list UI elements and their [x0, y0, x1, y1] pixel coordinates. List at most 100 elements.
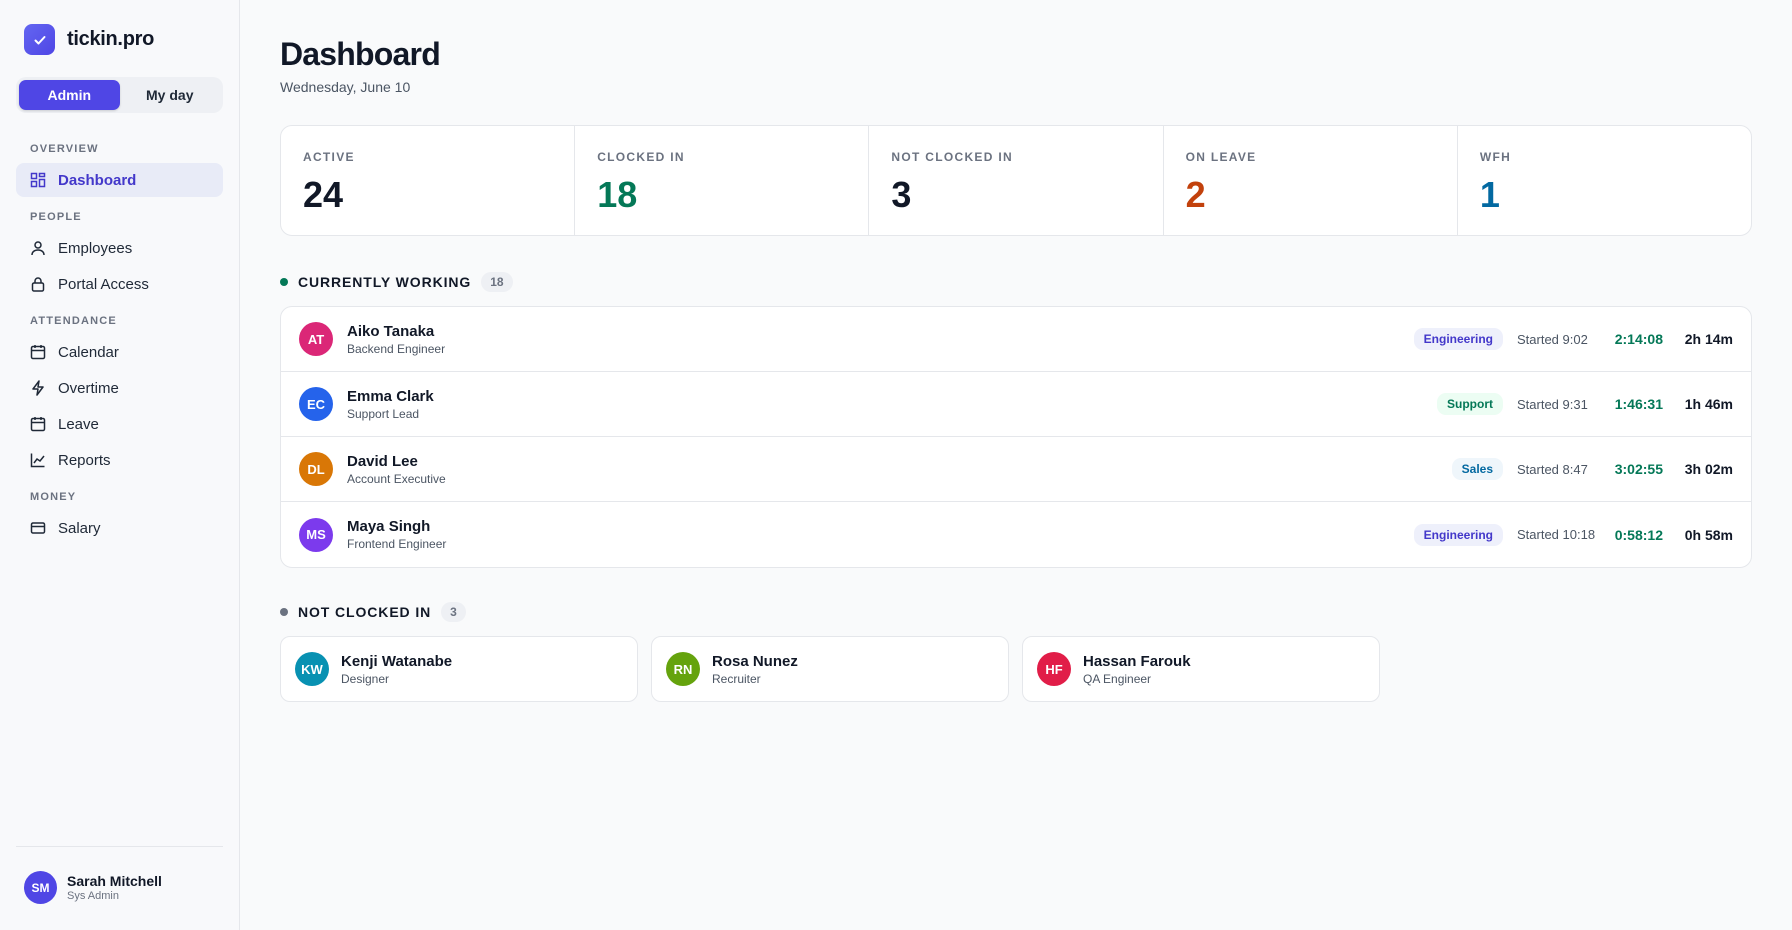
stat-card[interactable]: NOT CLOCKED IN 3 [869, 126, 1164, 235]
stat-label: ACTIVE [303, 150, 355, 164]
page-date: Wednesday, June 10 [280, 79, 411, 95]
avatar: RN [666, 652, 700, 686]
department-badge: Support [1437, 393, 1503, 415]
employee-card[interactable]: HF Hassan Farouk QA Engineer [1022, 636, 1380, 702]
stat-label: NOT CLOCKED IN [891, 150, 1013, 164]
currently-working-header: CURRENTLY WORKING 18 [280, 272, 1752, 292]
sidebar-item-employees[interactable]: Employees [16, 231, 223, 265]
elapsed-timer: 2:14:08 [1614, 331, 1663, 347]
department-badge: Engineering [1413, 328, 1503, 350]
avatar: EC [299, 387, 333, 421]
brand[interactable]: tickin.pro [16, 24, 223, 55]
employee-name: Maya Singh [347, 518, 431, 535]
grid-icon [30, 172, 46, 188]
not-clocked-in-header: NOT CLOCKED IN 3 [280, 602, 1752, 622]
start-time: Started 9:02 [1517, 331, 1588, 347]
avatar: KW [295, 652, 329, 686]
bolt-icon [30, 380, 46, 396]
brand-name: tickin.pro [67, 28, 155, 50]
stat-value: 24 [303, 174, 344, 215]
sidebar-item-label: Employees [58, 239, 133, 257]
department-badge: Engineering [1413, 523, 1503, 546]
stats-panel: ACTIVE 24 CLOCKED IN 18 NOT CLOCKED IN 3 ON LE… [280, 125, 1752, 236]
employee-info: David Lee Account Executive [347, 453, 446, 486]
calendar-icon [30, 416, 46, 432]
nav-section: MONEY Salary [16, 491, 223, 545]
employee-info: Rosa Nunez Recruiter [712, 653, 798, 686]
avatar: AT [299, 322, 333, 356]
start-time: Started 10:18 [1517, 527, 1596, 542]
section-title: CURRENTLY WORKING [298, 274, 472, 290]
sidebar-item-leave[interactable]: Leave [16, 407, 223, 441]
employee-role: Designer [341, 671, 390, 686]
sidebar-item-dashboard[interactable]: Dashboard [16, 163, 223, 197]
count-badge: 18 [481, 272, 513, 292]
total-duration: 2h 14m [1684, 331, 1733, 347]
table-row[interactable]: DL David Lee Account Executive Sales Started… [281, 437, 1751, 502]
stat-value: 2 [1185, 174, 1206, 215]
avatar: SM [24, 871, 57, 904]
employee-name: Kenji Watanabe [341, 652, 453, 670]
avatar: MS [299, 517, 333, 552]
sidebar-item-salary[interactable]: Salary [16, 511, 223, 545]
employee-info: Aiko Tanaka Backend Engineer [347, 323, 445, 356]
nav-section: ATTENDANCE Calendar Overtime Leave Reports [16, 315, 223, 477]
total-duration: 0h 58m [1684, 526, 1733, 543]
sidebar-item-label: Calendar [58, 343, 119, 361]
stat-card[interactable]: ACTIVE 24 [281, 126, 576, 235]
stat-value: 18 [597, 174, 638, 215]
sidebar-item-label: Overtime [58, 379, 119, 397]
sidebar-item-reports[interactable]: Reports [16, 443, 223, 477]
table-row[interactable]: MS Maya Singh Frontend Engineer Engineering… [281, 502, 1751, 567]
mode-toggle: Admin My day [16, 77, 223, 113]
sidebar-item-calendar[interactable]: Calendar [16, 335, 223, 369]
admin-mode-button[interactable]: Admin [19, 80, 120, 110]
elapsed-timer: 0:58:12 [1614, 526, 1663, 543]
count-badge: 3 [441, 602, 466, 622]
sidebar-nav: OVERVIEW Dashboard PEOPLE Employees Portal A… [16, 143, 223, 559]
section-title: NOT CLOCKED IN [298, 604, 432, 620]
stat-label: CLOCKED IN [597, 150, 685, 164]
user-profile[interactable]: SM Sarah Mitchell Sys Admin [16, 846, 223, 914]
employee-card[interactable]: KW Kenji Watanabe Designer [280, 636, 638, 702]
nav-section: OVERVIEW Dashboard [16, 143, 223, 197]
main-content: Dashboard Wednesday, June 10 ACTIVE 24 CLO… [240, 0, 1792, 930]
employee-name: Hassan Farouk [1083, 652, 1191, 670]
not-clocked-in-list: KW Kenji Watanabe Designer RN Rosa Nunez Recr… [280, 636, 1752, 702]
stat-card[interactable]: CLOCKED IN 18 [575, 126, 870, 235]
sidebar-item-overtime[interactable]: Overtime [16, 371, 223, 405]
nav-section-label: PEOPLE [30, 211, 82, 223]
employee-card[interactable]: RN Rosa Nunez Recruiter [651, 636, 1009, 702]
nav-section: PEOPLE Employees Portal Access [16, 211, 223, 301]
stat-card[interactable]: WFH 1 [1458, 126, 1751, 235]
employee-info: Maya Singh Frontend Engineer [347, 518, 446, 551]
sidebar-item-label: Dashboard [58, 171, 137, 189]
user-name: Sarah Mitchell [67, 873, 162, 889]
status-dot [280, 278, 288, 286]
check-logo-icon [24, 24, 55, 55]
table-row[interactable]: AT Aiko Tanaka Backend Engineer Engineering… [281, 307, 1751, 372]
sidebar-item-label: Leave [58, 415, 99, 433]
nav-section-label: MONEY [30, 491, 77, 503]
sidebar: tickin.pro Admin My day OVERVIEW Dashboar… [0, 0, 240, 930]
myday-mode-button[interactable]: My day [120, 80, 221, 110]
stat-value: 1 [1479, 174, 1500, 215]
stat-card[interactable]: ON LEAVE 2 [1164, 126, 1458, 235]
sidebar-item-portal-access[interactable]: Portal Access [16, 267, 223, 301]
stat-label: ON LEAVE [1185, 150, 1257, 164]
total-duration: 3h 02m [1684, 461, 1733, 477]
sidebar-item-label: Salary [58, 519, 101, 537]
working-list: AT Aiko Tanaka Backend Engineer Engineering… [280, 306, 1752, 568]
employee-role: Support Lead [347, 406, 420, 421]
elapsed-timer: 1:46:31 [1614, 396, 1663, 412]
calendar-icon [30, 344, 46, 360]
chart-icon [30, 452, 46, 468]
employee-role: Frontend Engineer [347, 537, 447, 551]
table-row[interactable]: EC Emma Clark Support Lead Support Started 9… [281, 372, 1751, 437]
nav-section-label: ATTENDANCE [30, 315, 117, 327]
employee-role: QA Engineer [1083, 671, 1152, 686]
total-duration: 1h 46m [1684, 396, 1733, 412]
status-dot [280, 608, 288, 616]
stat-label: WFH [1479, 150, 1512, 164]
start-time: Started 9:31 [1517, 396, 1588, 412]
